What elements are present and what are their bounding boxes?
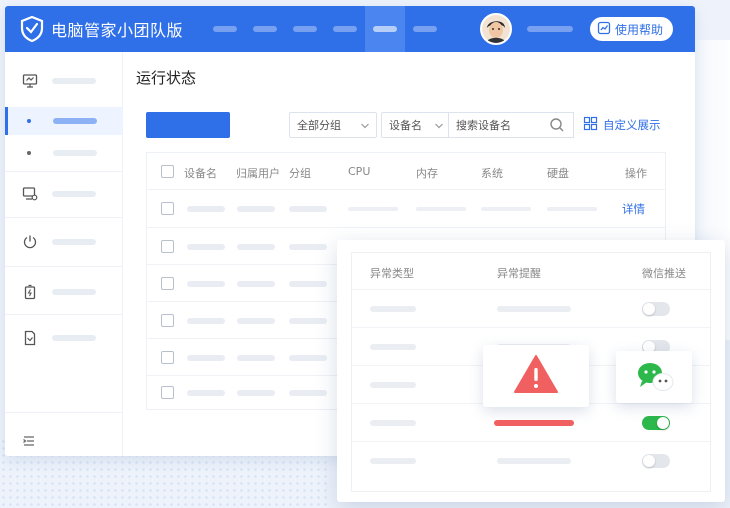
wechat-icon [636, 361, 676, 399]
sidebar [5, 52, 123, 456]
custom-view-link[interactable]: 自定义展示 [583, 112, 661, 138]
col-header-group: 分组 [289, 167, 311, 180]
col-header-user: 归属用户 [236, 167, 280, 180]
row-checkbox[interactable] [161, 351, 174, 364]
warning-triangle-icon [513, 354, 559, 398]
power-icon [22, 234, 38, 250]
field-select-value: 设备名 [389, 119, 422, 132]
shield-logo-icon [19, 16, 45, 42]
table-row[interactable]: 详情 [147, 189, 665, 226]
col-header-cpu: CPU [348, 165, 371, 178]
cpu-meter [348, 207, 398, 211]
chevron-down-icon [434, 121, 444, 134]
sidebar-item-document[interactable] [5, 318, 123, 358]
primary-action-button[interactable] [146, 112, 230, 138]
disk-meter [547, 207, 597, 211]
document-icon [22, 330, 38, 346]
page-title: 运行状态 [136, 69, 197, 87]
avatar[interactable] [480, 13, 512, 45]
col-header-alert-type: 异常类型 [370, 267, 414, 280]
wechat-push-toggle-on[interactable] [642, 416, 670, 430]
nav-item-5-active[interactable] [365, 6, 406, 52]
warning-card [483, 345, 589, 407]
nav-item-1[interactable] [205, 6, 245, 52]
select-all-checkbox[interactable] [161, 165, 174, 178]
grid-icon [583, 116, 598, 134]
row-checkbox[interactable] [161, 386, 174, 399]
search-icon[interactable] [549, 117, 565, 137]
sidebar-sub-item[interactable] [5, 139, 123, 167]
row-checkbox[interactable] [161, 314, 174, 327]
col-header-disk: 硬盘 [547, 167, 569, 180]
battery-icon [22, 284, 38, 300]
field-select[interactable]: 设备名 [381, 112, 451, 138]
device-settings-icon [22, 186, 38, 202]
sidebar-item-power[interactable] [5, 222, 123, 262]
help-icon [597, 21, 611, 38]
col-header-system: 系统 [481, 167, 503, 180]
row-checkbox[interactable] [161, 202, 174, 215]
col-header-alert-reminder: 异常提醒 [497, 267, 541, 280]
sidebar-item-battery[interactable] [5, 272, 123, 312]
sidebar-item-monitor[interactable] [5, 62, 123, 100]
col-header-action: 操作 [625, 167, 647, 180]
sidebar-item-devices[interactable] [5, 174, 123, 214]
help-label: 使用帮助 [615, 22, 664, 37]
help-button[interactable]: 使用帮助 [590, 17, 674, 41]
nav-item-2[interactable] [245, 6, 285, 52]
nav-item-6[interactable] [405, 6, 445, 52]
group-select-value: 全部分组 [297, 119, 341, 132]
group-select[interactable]: 全部分组 [289, 112, 377, 138]
monitor-icon [22, 73, 38, 89]
app-title: 电脑管家小团队版 [51, 21, 184, 40]
col-header-device: 设备名 [184, 167, 217, 180]
table-header: 设备名 归属用户 分组 CPU 内存 系统 硬盘 操作 [147, 153, 665, 189]
top-header: 电脑管家小团队版 使用帮助 [5, 6, 695, 52]
row-checkbox[interactable] [161, 277, 174, 290]
popup-row [352, 289, 710, 327]
top-nav [205, 6, 445, 52]
col-header-memory: 内存 [416, 167, 438, 180]
col-header-wechat-push: 微信推送 [642, 267, 686, 280]
sidebar-sub-item-active[interactable] [5, 107, 123, 135]
popup-table-header: 异常类型 异常提醒 微信推送 [352, 253, 710, 289]
row-detail-link[interactable]: 详情 [622, 201, 645, 217]
row-checkbox[interactable] [161, 240, 174, 253]
nav-item-3[interactable] [285, 6, 325, 52]
system-meter [481, 207, 531, 211]
user-name-placeholder [527, 26, 573, 32]
menu-collapse-icon[interactable] [22, 433, 36, 452]
wechat-push-toggle[interactable] [642, 454, 670, 468]
nav-item-4[interactable] [325, 6, 365, 52]
memory-meter [416, 207, 466, 211]
popup-row [352, 441, 710, 479]
warning-highlight-bar [494, 420, 574, 426]
chevron-down-icon [360, 121, 370, 134]
wechat-push-toggle[interactable] [642, 302, 670, 316]
custom-view-label: 自定义展示 [603, 118, 661, 132]
wechat-card [616, 351, 692, 403]
